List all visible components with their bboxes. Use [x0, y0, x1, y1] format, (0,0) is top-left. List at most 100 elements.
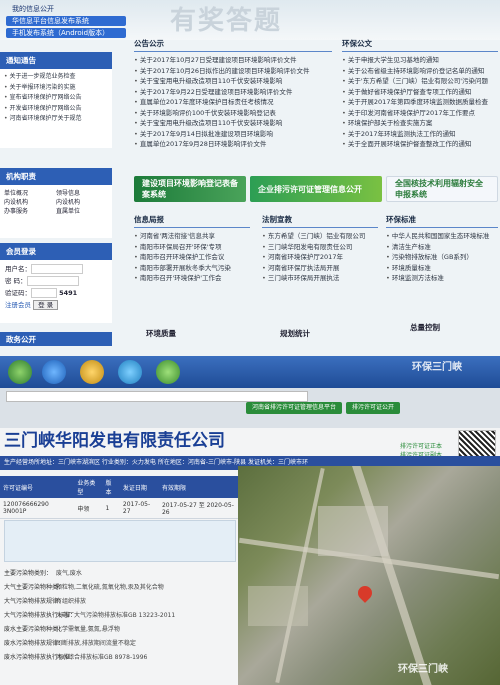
env-doc-item[interactable]: 关于印发河南省环境保护厅2017年工作要点: [342, 108, 498, 119]
announce-title: 公告公示: [134, 38, 332, 52]
standard-item[interactable]: 环境质量标准: [386, 263, 498, 274]
ie-icon[interactable]: [118, 360, 142, 384]
standard-panel: 环保标准 中华人民共和国国家生态环境标准 清洁生产标准 污染物排放标准（GB系列…: [386, 214, 498, 284]
form-key: 主要污染物类别：: [4, 570, 53, 577]
satellite-map[interactable]: [238, 466, 500, 685]
law-item[interactable]: 三门峡市环保局开展执法: [262, 273, 378, 284]
info-item[interactable]: 南阳市环保局召开'环保'专项: [134, 242, 250, 253]
login-box: 会员登录 用户名： 密 码： 验证码： 5491 注册会员 登 录: [0, 243, 112, 323]
duty-item[interactable]: 内设机构: [4, 197, 56, 206]
env-doc-item[interactable]: 关于'东方希望（三门峡）铝业有限公司'污染问题: [342, 76, 498, 87]
announce-item[interactable]: 关于2017年10月27日受理建设项目环境影响评价文件: [134, 55, 332, 66]
law-item[interactable]: 三门峡华阳发电有限责任公司: [262, 242, 378, 253]
table-header: 发证日期: [119, 476, 159, 498]
duty-box: 机构职责 单位概况 领导信息 内设机构 内设机构 办事服务 直属单位: [0, 168, 112, 238]
table-row[interactable]: 120076666290 3N001P 申领 1 2017-05-27 2017…: [0, 498, 238, 519]
folder-icon[interactable]: [80, 360, 104, 384]
ad-banner-nuclear[interactable]: 全国核技术利用辐射安全申报系统: [386, 176, 498, 202]
section-title-total[interactable]: 总量控制: [410, 322, 440, 333]
duty-item[interactable]: 办事服务: [4, 206, 56, 215]
address-bar[interactable]: [6, 391, 308, 402]
duty-item[interactable]: 领导信息: [56, 188, 108, 197]
username-label: 用户名：: [5, 265, 31, 273]
captcha-input[interactable]: [31, 288, 57, 298]
duty-item[interactable]: 内设机构: [56, 197, 108, 206]
top-nav-item[interactable]: 手机发布系统（Android版本）: [6, 28, 126, 38]
duty-title: 机构职责: [0, 168, 112, 185]
table-cell: 2017-05-27 至 2020-05-26: [158, 498, 238, 519]
notice-item[interactable]: 宣布省环境保护厅网络公告: [4, 93, 108, 104]
info-item[interactable]: 河南省'两法衔接'信息共享: [134, 231, 250, 242]
announce-item[interactable]: 关于2017年9月22日受理建设项目环境影响评价文件: [134, 87, 332, 98]
law-item[interactable]: 河南省环保厅执法局开展: [262, 263, 378, 274]
info-item[interactable]: 南阳市召开'环境保护'工作会: [134, 273, 250, 284]
standard-item[interactable]: 环境监测方法标准: [386, 273, 498, 284]
env-doc-item[interactable]: 关于做好省环境保护厅督查专项工作的通知: [342, 87, 498, 98]
register-link[interactable]: 注册会员: [5, 301, 31, 309]
standard-title: 环保标准: [386, 214, 498, 228]
env-doc-item[interactable]: 关于公布省级主持环境影响评价登记名单的通知: [342, 66, 498, 77]
form-value: 间断排放,排放期间流量不稳定: [56, 640, 136, 647]
notice-item[interactable]: 开发省环境保护厅网络公告: [4, 104, 108, 115]
standard-item[interactable]: 清洁生产标准: [386, 242, 498, 253]
info-item[interactable]: 南阳市部署开展秋冬季大气污染: [134, 263, 250, 274]
announce-item[interactable]: 关于宝宝用电升级改造项目110千伏安装环境影响: [134, 118, 332, 129]
start-icon[interactable]: [8, 360, 32, 384]
notice-item[interactable]: 关于进一步规范业务检查: [4, 72, 108, 83]
captcha-label: 验证码：: [5, 289, 31, 297]
env-doc-item[interactable]: 关于申报大学生见习基地的通知: [342, 55, 498, 66]
duty-item[interactable]: 单位概况: [4, 188, 56, 197]
info-item[interactable]: 南阳市召开环境保护工作会议: [134, 252, 250, 263]
env-doc-item[interactable]: 关于全面开展环境保护督查整改工作的通知: [342, 139, 498, 150]
password-input[interactable]: [26, 276, 79, 286]
form-value: 有组织排放: [56, 598, 87, 605]
location-pin-icon[interactable]: [355, 583, 375, 603]
announce-item[interactable]: 关于宝宝用电升级改造项目110千伏安装环境影响: [134, 76, 332, 87]
table-header: 许可证编号: [0, 476, 75, 498]
table-header: 业务类型: [74, 476, 103, 498]
section-title-planning[interactable]: 规划统计: [280, 328, 310, 339]
gov-open-title[interactable]: 政务公开: [0, 332, 112, 347]
law-title: 法制宣教: [262, 214, 378, 228]
browser-tab[interactable]: 排污许可证公开: [346, 402, 401, 414]
screenshot-permit: 河南省排污许可证管理信息平台 排污许可证公开 三门峡华阳发电有限责任公司 排污许…: [0, 388, 500, 685]
top-nav-item[interactable]: 我的信息公开: [6, 4, 126, 14]
form-key: 废水主要污染物种类：: [4, 626, 65, 633]
browser-icon[interactable]: [42, 360, 66, 384]
license-original-link[interactable]: 排污许可证正本: [400, 442, 442, 451]
announce-item[interactable]: 直属单位2017年9月28日环境影响评价文件: [134, 139, 332, 150]
map-urban-area: [318, 506, 388, 556]
browser-tab[interactable]: 河南省排污许可证管理信息平台: [246, 402, 343, 414]
form-key: 废水污染物排放规律：: [4, 640, 65, 647]
banner-title: 有奖答题: [170, 6, 283, 36]
announce-item[interactable]: 关于2017年10月26日拟作出的建设项目环境影响评价文件: [134, 66, 332, 77]
standard-item[interactable]: 污染物排放标准（GB系列）: [386, 252, 498, 263]
announce-item[interactable]: 关于环境影响评价100千伏安装环境影响登记表: [134, 108, 332, 119]
env-doc-item[interactable]: 关于开展2017年第四季度环境监测数据质量检查: [342, 97, 498, 108]
duty-item[interactable]: 直属单位: [56, 206, 108, 215]
law-item[interactable]: 东方希望（三门峡）铝业有限公司: [262, 231, 378, 242]
login-button[interactable]: 登 录: [33, 300, 59, 310]
notice-item[interactable]: 河南省环境保护厅关于规范: [4, 114, 108, 125]
law-item[interactable]: 河南省环境保护厅2017年: [262, 252, 378, 263]
table-cell: 120076666290 3N001P: [0, 498, 75, 519]
top-nav-item[interactable]: 华信息平台信息发布系统: [6, 16, 126, 26]
media-icon[interactable]: [156, 360, 180, 384]
announce-item[interactable]: 关于2017年9月14日拟批准建设项目环境影响: [134, 129, 332, 140]
notice-item[interactable]: 关于举报环境污染的实施: [4, 83, 108, 94]
form-row: 废水污染物排放执行标准：污水综合排放标准GB 8978-1996: [0, 652, 238, 664]
env-doc-item[interactable]: 环境保护部关于检查实施方案: [342, 118, 498, 129]
ad-banner-registration[interactable]: 建设项目环境影响登记表备案系统: [134, 176, 246, 202]
env-doc-item[interactable]: 关于2017年环境监测执法工作的通知: [342, 129, 498, 140]
ad-banner-permit[interactable]: 企业排污许可证管理信息公开: [250, 176, 382, 202]
username-input[interactable]: [31, 264, 83, 274]
table-header: 版本: [102, 476, 120, 498]
table-header: 有效期限: [158, 476, 238, 498]
section-title-quality[interactable]: 环境质量: [146, 328, 176, 339]
standard-item[interactable]: 中华人民共和国国家生态环境标准: [386, 231, 498, 242]
attachment-area: [4, 520, 236, 562]
form-row: 大气主要污染物种类：颗粒物,二氧化硫,氮氧化物,汞及其化合物: [0, 582, 238, 594]
form-value: 化学需氧量,氨氮,悬浮物: [56, 626, 120, 633]
form-key: 大气污染物排放规律：: [4, 598, 65, 605]
announce-item[interactable]: 直属单位2017年度环境保护目标责任考核情况: [134, 97, 332, 108]
